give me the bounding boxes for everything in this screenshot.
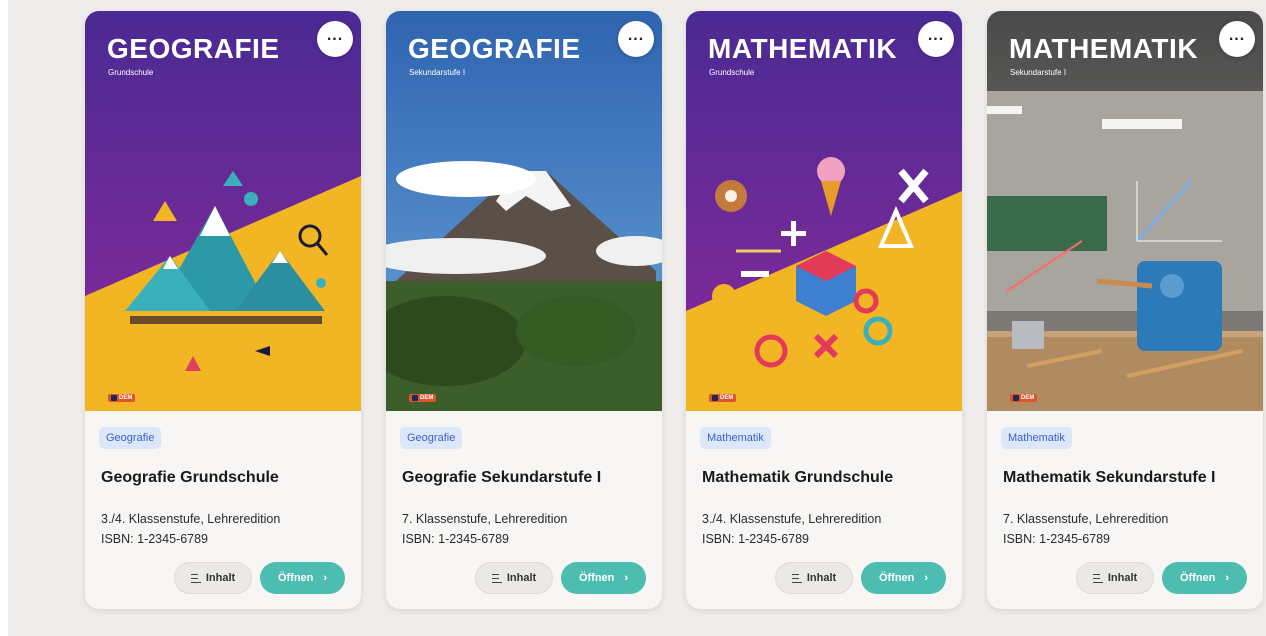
subject-tag: Mathematik: [700, 427, 771, 449]
subject-tag: Geografie: [400, 427, 463, 449]
cover-subtitle: Grundschule: [108, 68, 154, 77]
list-icon: [1092, 573, 1103, 583]
open-button[interactable]: Öffnen ›: [260, 562, 345, 594]
chevron-right-icon: ›: [323, 572, 328, 584]
more-horizontal-icon: ...: [927, 27, 945, 44]
publisher-logo: DEM: [709, 394, 737, 402]
more-horizontal-icon: ...: [627, 27, 645, 44]
inhalt-label: Inhalt: [205, 572, 236, 584]
more-options-button[interactable]: ...: [1219, 21, 1255, 57]
list-icon: [791, 573, 802, 583]
left-edge-strip: [0, 0, 8, 636]
open-label: Öffnen: [277, 572, 314, 584]
inhalt-label: Inhalt: [506, 572, 537, 584]
book-title: Mathematik Grundschule: [702, 469, 894, 486]
book-card-mathematik-grundschule[interactable]: MATHEMATIK Grundschule DEM ... Mathemati…: [686, 11, 962, 609]
book-info: 7. Klassenstufe, Lehreredition ISBN: 1-2…: [402, 509, 567, 549]
more-options-button[interactable]: ...: [317, 21, 353, 57]
cover-title: GEOGRAFIE: [107, 33, 280, 64]
more-options-button[interactable]: ...: [918, 21, 954, 57]
book-cover[interactable]: GEOGRAFIE Grundschule DEM: [85, 11, 361, 411]
cover-subtitle: Grundschule: [709, 68, 755, 77]
isbn-text: ISBN: 1-2345-6789: [101, 532, 209, 546]
grade-text: 3./4. Klassenstufe, Lehreredition: [101, 512, 281, 526]
open-label: Öffnen: [578, 572, 615, 584]
book-title: Geografie Sekundarstufe I: [402, 469, 602, 486]
list-icon: [491, 573, 502, 583]
inhalt-label: Inhalt: [1107, 572, 1138, 584]
cover-title: GEOGRAFIE: [408, 33, 581, 64]
open-label: Öffnen: [1179, 572, 1216, 584]
inhalt-button[interactable]: Inhalt: [174, 562, 252, 594]
inhalt-label: Inhalt: [806, 572, 837, 584]
publisher-logo: DEM: [108, 394, 136, 402]
open-button[interactable]: Öffnen ›: [561, 562, 646, 594]
book-card-geografie-sekundarstufe[interactable]: GEOGRAFIE Sekundarstufe I DEM ... Geogra…: [386, 11, 662, 609]
isbn-text: ISBN: 1-2345-6789: [702, 532, 810, 546]
chevron-right-icon: ›: [1225, 572, 1230, 584]
isbn-text: ISBN: 1-2345-6789: [1003, 532, 1111, 546]
book-cover[interactable]: GEOGRAFIE Sekundarstufe I DEM: [386, 11, 662, 411]
isbn-text: ISBN: 1-2345-6789: [402, 532, 510, 546]
open-button[interactable]: Öffnen ›: [1162, 562, 1247, 594]
book-cover[interactable]: MATHEMATIK Grundschule DEM: [686, 11, 962, 411]
grade-text: 7. Klassenstufe, Lehreredition: [402, 512, 568, 526]
chevron-right-icon: ›: [924, 572, 929, 584]
chevron-right-icon: ›: [624, 572, 629, 584]
cover-subtitle: Sekundarstufe I: [409, 68, 466, 77]
book-cover[interactable]: MATHEMATIK Sekundarstufe I DEM: [987, 11, 1263, 411]
publisher-logo: DEM: [409, 394, 437, 402]
grade-text: 7. Klassenstufe, Lehreredition: [1003, 512, 1169, 526]
more-horizontal-icon: ...: [326, 27, 344, 44]
cover-title: MATHEMATIK: [1009, 33, 1199, 64]
book-info: 3./4. Klassenstufe, Lehreredition ISBN: …: [101, 509, 280, 549]
cover-title: MATHEMATIK: [708, 33, 898, 64]
book-info: 3./4. Klassenstufe, Lehreredition ISBN: …: [702, 509, 881, 549]
cover-subtitle: Sekundarstufe I: [1010, 68, 1067, 77]
publisher-logo: DEM: [1010, 394, 1038, 402]
list-icon: [190, 573, 201, 583]
book-title: Geografie Grundschule: [101, 469, 279, 486]
subject-tag: Geografie: [99, 427, 162, 449]
book-title: Mathematik Sekundarstufe I: [1003, 469, 1216, 486]
book-card-geografie-grundschule[interactable]: GEOGRAFIE Grundschule DEM ... Geografie …: [85, 11, 361, 609]
subject-tag: Mathematik: [1001, 427, 1072, 449]
more-horizontal-icon: ...: [1228, 27, 1246, 44]
open-label: Öffnen: [878, 572, 915, 584]
book-info: 7. Klassenstufe, Lehreredition ISBN: 1-2…: [1003, 509, 1168, 549]
inhalt-button[interactable]: Inhalt: [475, 562, 553, 594]
more-options-button[interactable]: ...: [618, 21, 654, 57]
inhalt-button[interactable]: Inhalt: [1076, 562, 1154, 594]
open-button[interactable]: Öffnen ›: [861, 562, 946, 594]
book-card-mathematik-sekundarstufe[interactable]: MATHEMATIK Sekundarstufe I DEM ... Mathe…: [987, 11, 1263, 609]
grade-text: 3./4. Klassenstufe, Lehreredition: [702, 512, 882, 526]
inhalt-button[interactable]: Inhalt: [775, 562, 853, 594]
